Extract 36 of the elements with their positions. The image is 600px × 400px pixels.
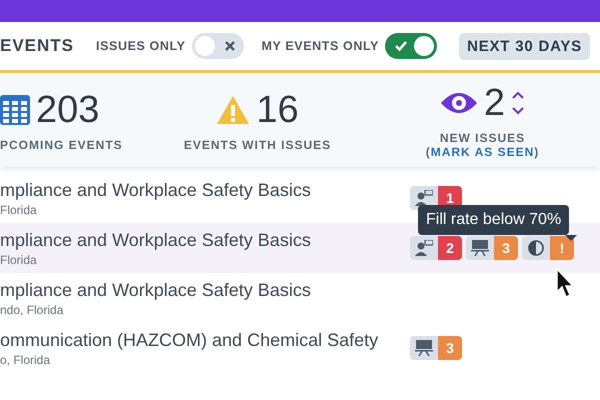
check-icon xyxy=(394,40,408,52)
toggle-switch[interactable] xyxy=(192,33,244,59)
event-location: Florida xyxy=(0,202,38,216)
tooltip: Fill rate below 70% xyxy=(418,205,570,235)
bracket: ( xyxy=(426,144,431,158)
presenter-icon xyxy=(415,190,433,206)
presenter-icon xyxy=(415,240,433,256)
event-location: ndo, Florida xyxy=(0,302,64,316)
event-title: mpliance and Workplace Safety Basics xyxy=(0,230,312,250)
tooltip-arrow xyxy=(565,235,577,241)
event-title: ommunication (HAZCOM) and Chemical Safety xyxy=(0,330,380,350)
event-location: Florida xyxy=(0,252,38,266)
filter-label: MY EVENTS ONLY xyxy=(262,39,379,53)
stat-label: EVENTS WITH ISSUES xyxy=(184,138,332,152)
toggle-switch[interactable] xyxy=(385,33,437,59)
stat-label: NEW ISSUES xyxy=(440,130,526,144)
half-circle-icon xyxy=(528,240,544,256)
event-location: o, Florida xyxy=(0,352,52,366)
easel-icon xyxy=(471,240,489,256)
event-title: mpliance and Workplace Safety Basics xyxy=(0,280,312,300)
event-row[interactable]: mpliance and Workplace Safety Basics Florida 2 3 ! xyxy=(0,223,600,273)
warning-icon xyxy=(216,95,250,125)
mark-as-seen-link[interactable]: MARK AS SEEN xyxy=(430,144,534,158)
stat-label: PCOMING EVENTS xyxy=(0,138,123,152)
close-icon xyxy=(224,41,235,51)
section-title: EVENTS xyxy=(0,36,74,56)
stat-value: 16 xyxy=(256,88,299,132)
bracket: ) xyxy=(534,144,540,158)
easel-icon xyxy=(415,340,433,356)
filter-label: ISSUES ONLY xyxy=(96,39,186,53)
stat-value: 203 xyxy=(36,88,100,132)
date-range-button[interactable]: NEXT 30 DAYS xyxy=(459,32,590,60)
stat-value: 2 xyxy=(484,82,506,124)
event-title: mpliance and Workplace Safety Basics xyxy=(0,180,312,200)
sort-chevrons-icon[interactable] xyxy=(511,90,526,116)
eye-icon xyxy=(440,91,478,115)
